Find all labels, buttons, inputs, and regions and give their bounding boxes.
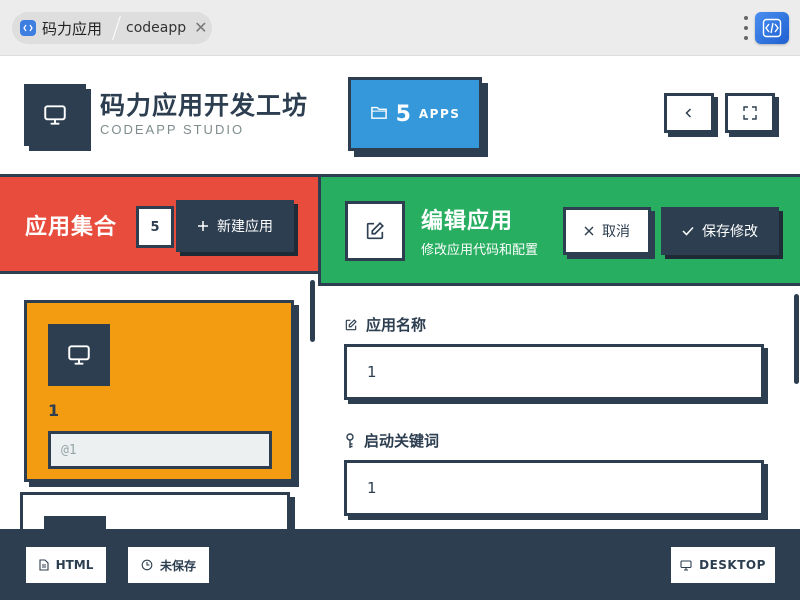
new-app-label: 新建应用	[217, 219, 273, 235]
fullscreen-button[interactable]	[725, 93, 775, 133]
window-tab-bar: 码力应用 codeapp ✕	[0, 0, 800, 56]
plus-icon	[198, 221, 208, 231]
page-title: 码力应用开发工坊	[100, 91, 309, 120]
check-icon	[682, 226, 694, 236]
html-button[interactable]: HTML	[26, 547, 106, 583]
monitor-icon	[48, 324, 110, 386]
save-status-label: 未保存	[159, 558, 196, 573]
monitor-logo-icon	[24, 84, 86, 146]
save-changes-button[interactable]: 保存修改	[661, 207, 779, 255]
close-icon[interactable]: ✕	[194, 20, 207, 36]
cancel-label: 取消	[602, 224, 630, 240]
app-collection-header: 应用集合 5 新建应用	[0, 174, 320, 274]
launch-keyword-label-text: 启动关键词	[364, 432, 440, 450]
code-devtools-icon[interactable]	[755, 12, 789, 44]
clock-icon	[141, 559, 153, 571]
app-card[interactable]	[20, 492, 290, 529]
apps-count: 5	[395, 101, 411, 127]
app-card-keyword: @1	[48, 431, 272, 469]
app-name-label-text: 应用名称	[366, 316, 427, 334]
tab-codeapp[interactable]: codeapp ✕	[124, 12, 208, 44]
save-changes-label: 保存修改	[702, 224, 758, 240]
app-header: 码力应用开发工坊 CODEAPP STUDIO 5 APPS	[0, 56, 800, 174]
desktop-mode-button[interactable]: DESKTOP	[671, 547, 775, 583]
apps-label: APPS	[418, 107, 461, 121]
launch-keyword-label: 启动关键词	[344, 430, 439, 451]
editor-subtitle: 修改应用代码和配置	[421, 243, 539, 258]
status-footer: HTML 未保存 DESKTOP	[0, 529, 800, 600]
chevron-left-icon	[685, 108, 692, 118]
app-collection-title: 应用集合	[25, 215, 118, 240]
app-favicon-icon	[20, 20, 36, 36]
tab-separator	[110, 12, 124, 44]
monitor-icon	[44, 516, 106, 529]
app-name-input[interactable]: 1	[344, 344, 764, 400]
tab-app-label: 码力应用	[42, 19, 103, 38]
monitor-small-icon	[680, 559, 692, 571]
tab-codeapp-label: codeapp	[126, 20, 187, 36]
tab-app[interactable]: 码力应用	[12, 12, 110, 44]
editor-header: 编辑应用 修改应用代码和配置 取消 保存修改	[318, 174, 800, 286]
edit-icon	[345, 201, 405, 261]
key-icon	[346, 432, 354, 448]
new-app-button[interactable]: 新建应用	[176, 200, 294, 252]
back-button[interactable]	[664, 93, 714, 133]
cancel-button[interactable]: 取消	[563, 207, 651, 255]
app-list-scrollbar[interactable]	[310, 280, 315, 342]
save-status-button[interactable]: 未保存	[128, 547, 209, 583]
app-name-label: 应用名称	[344, 314, 426, 335]
page-subtitle: CODEAPP STUDIO	[100, 122, 245, 137]
editor-form: 应用名称 1 启动关键词 1	[320, 286, 800, 529]
expand-icon	[743, 106, 757, 120]
edit-small-icon	[345, 318, 357, 330]
app-card[interactable]: 1 @1	[24, 300, 294, 482]
editor-scrollbar[interactable]	[794, 294, 799, 384]
close-icon	[584, 226, 594, 236]
launch-keyword-input[interactable]: 1	[344, 460, 764, 516]
desktop-mode-label: DESKTOP	[699, 558, 766, 572]
app-list[interactable]: 1 @1	[0, 274, 320, 529]
tab-group[interactable]: 码力应用 codeapp ✕	[12, 12, 212, 44]
editor-title: 编辑应用	[421, 209, 514, 234]
file-icon	[39, 559, 49, 571]
html-label: HTML	[55, 558, 94, 572]
folder-icon	[370, 104, 388, 124]
apps-count-badge[interactable]: 5 APPS	[348, 77, 482, 151]
more-options-icon[interactable]	[741, 16, 751, 40]
app-card-name: 1	[48, 401, 60, 420]
app-count-box: 5	[136, 206, 174, 248]
